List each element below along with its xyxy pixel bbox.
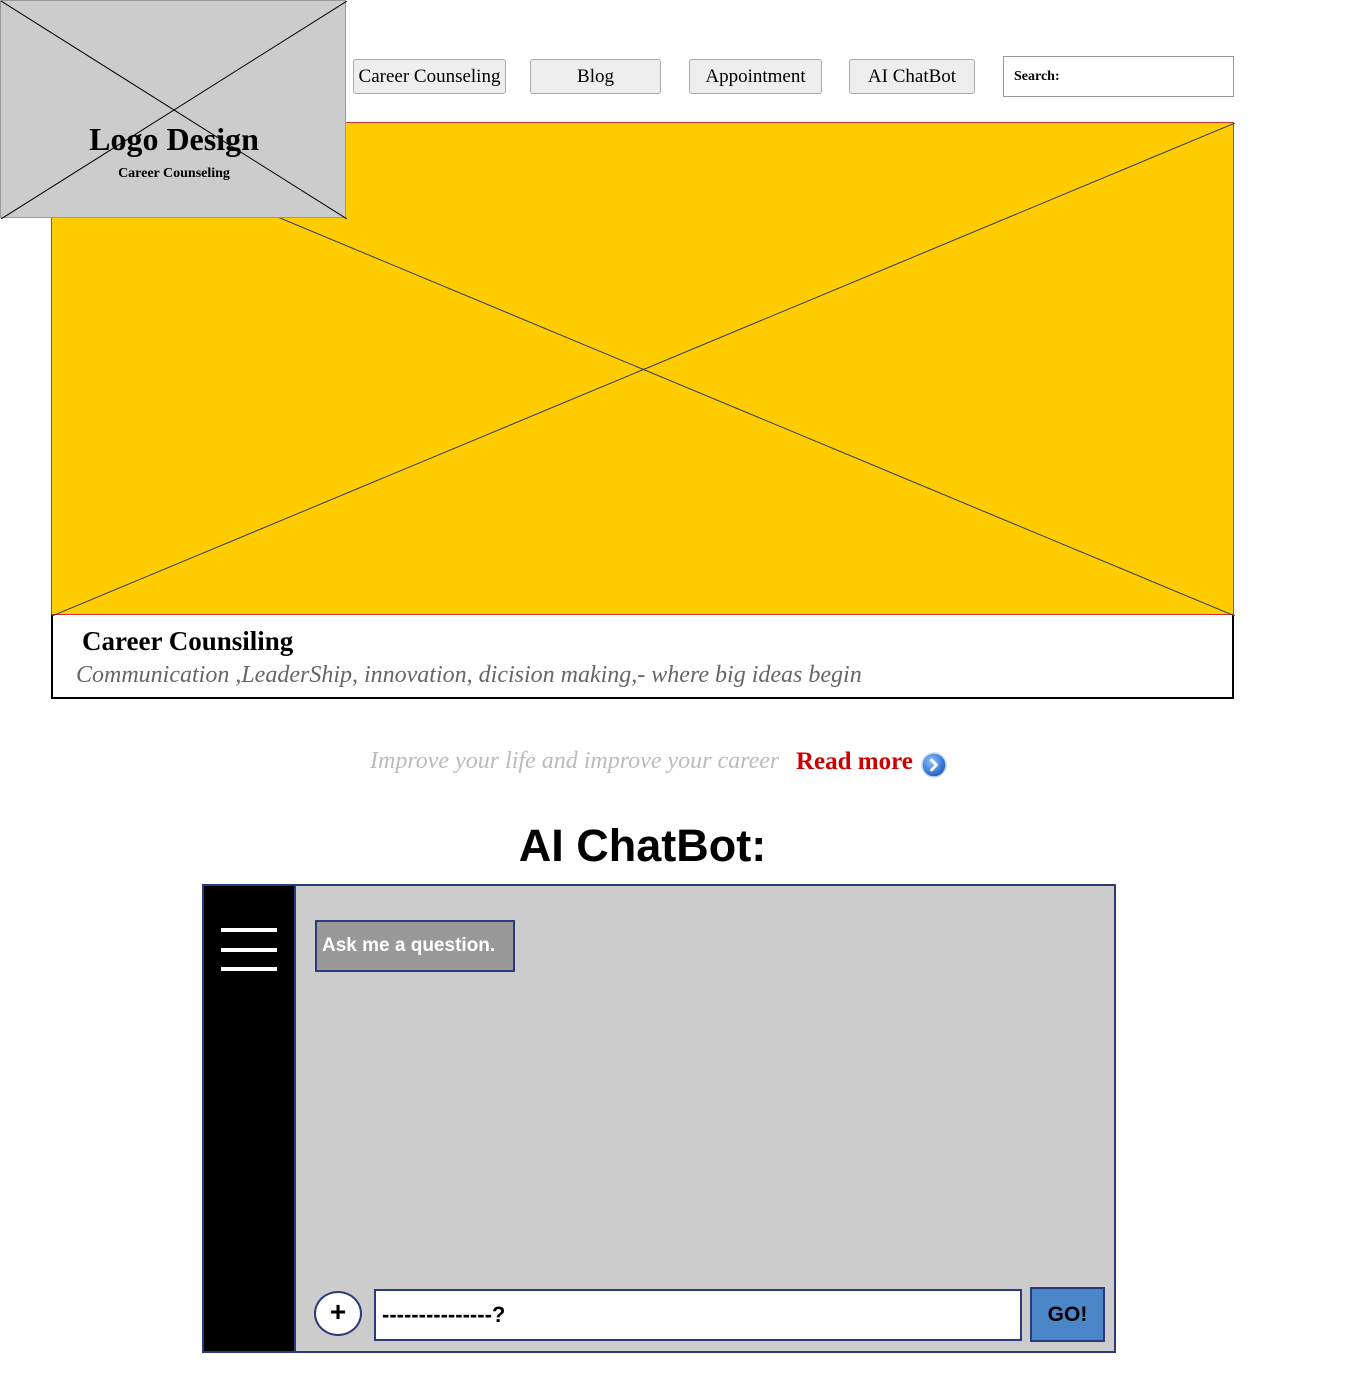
nav-appointment-button[interactable]: Appointment [689,59,822,94]
hero-subtitle: Communication ,LeaderShip, innovation, d… [76,662,862,688]
nav-career-counseling-button[interactable]: Career Counseling [353,59,506,94]
logo-title: Logo Design [89,121,259,157]
logo[interactable]: Logo Design Career Counseling [0,0,347,219]
nav-blog-button[interactable]: Blog [530,59,661,94]
placeholder-cross-icon [1,1,347,219]
message-input[interactable] [374,1289,1022,1341]
nav-ai-chatbot-button[interactable]: AI ChatBot [849,59,975,94]
search-input[interactable] [1059,60,1242,93]
hero-title: Career Counsiling [82,626,294,656]
search-box: Search: [1003,56,1242,97]
bot-message: Ask me a question. [315,920,515,972]
attach-button[interactable]: + [314,1291,362,1336]
search-label: Search: [1014,68,1060,84]
chatbot-heading: AI ChatBot: [518,820,767,871]
arrow-right-circle-icon[interactable] [921,752,947,778]
menu-icon[interactable] [221,928,277,972]
promo-tagline: Improve your life and improve your caree… [370,748,780,774]
read-more-link[interactable]: Read more [796,748,913,776]
hero-caption: Career Counsiling Communication ,LeaderS… [51,614,1234,699]
send-button[interactable]: GO! [1030,1287,1105,1342]
logo-subtitle: Career Counseling [118,166,230,181]
